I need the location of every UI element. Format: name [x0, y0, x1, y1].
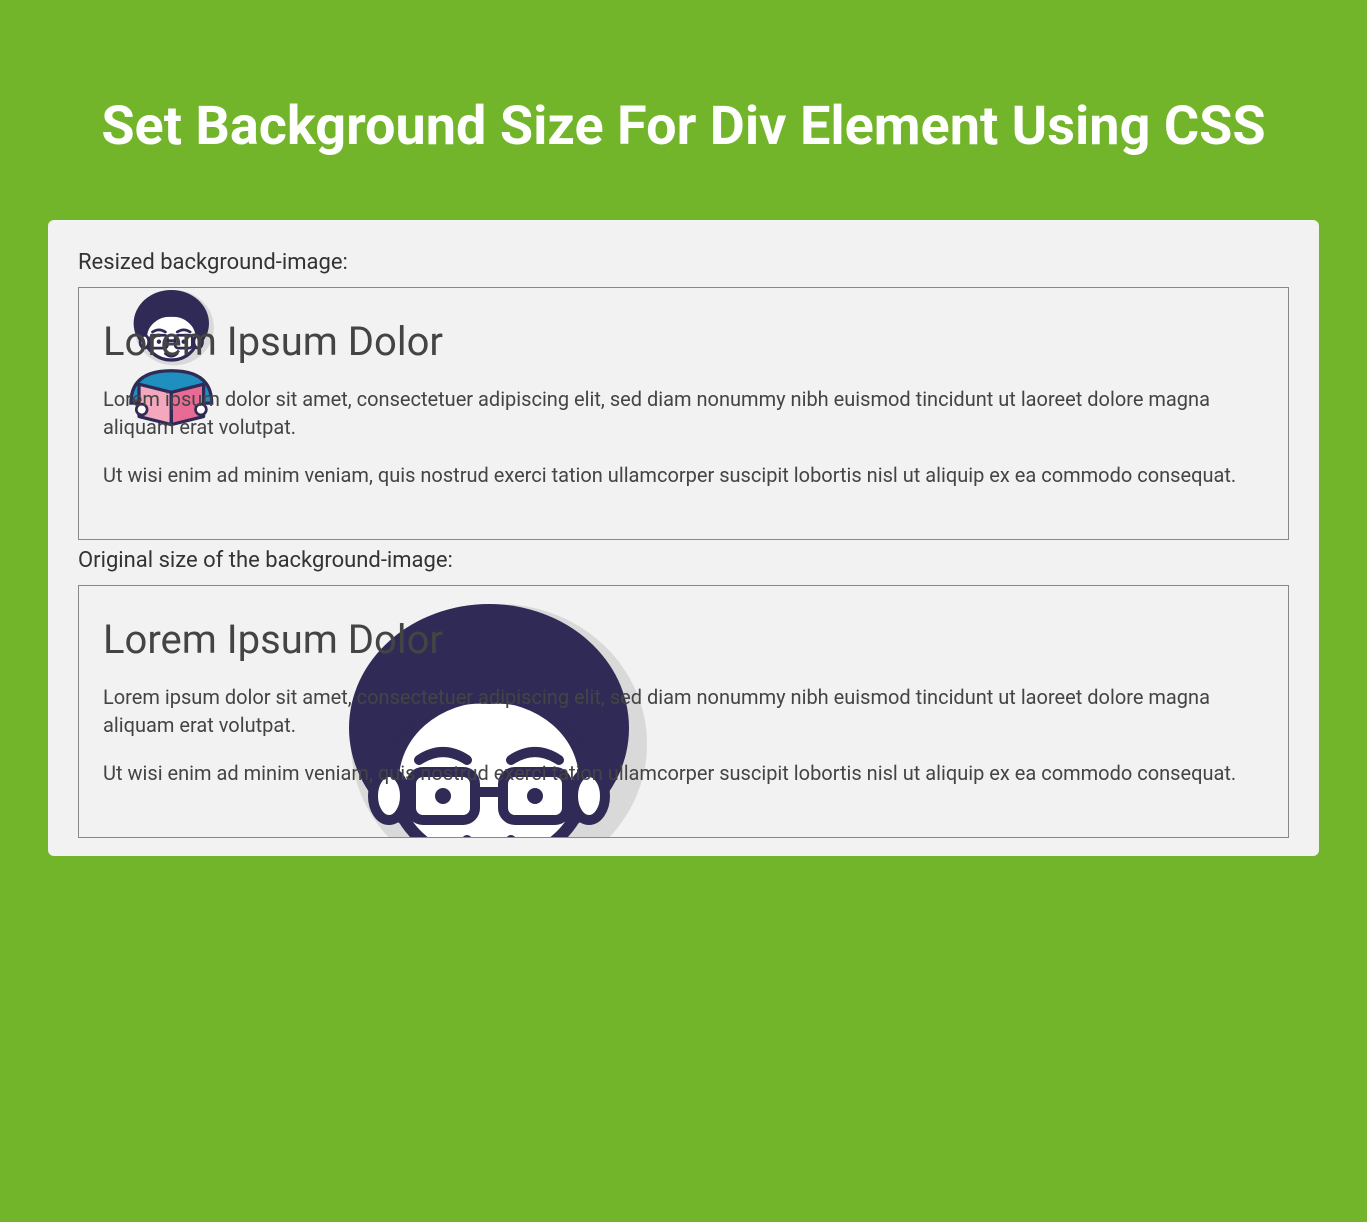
- example-box-original: Lorem Ipsum Dolor Lorem ipsum dolor sit …: [78, 585, 1289, 838]
- page-title: Set Background Size For Div Element Usin…: [48, 95, 1319, 160]
- example-paragraph: Ut wisi enim ad minim veniam, quis nostr…: [103, 759, 1264, 787]
- page: Set Background Size For Div Element Usin…: [0, 0, 1367, 1222]
- example-paragraph: Lorem ipsum dolor sit amet, consectetuer…: [103, 385, 1264, 441]
- example-paragraph: Ut wisi enim ad minim veniam, quis nostr…: [103, 461, 1264, 489]
- demo-card: Resized background-image: Lorem Ipsum Do…: [48, 220, 1319, 856]
- section-label-resized: Resized background-image:: [78, 250, 1289, 275]
- example-heading: Lorem Ipsum Dolor: [103, 616, 1264, 663]
- example-paragraph: Lorem ipsum dolor sit amet, consectetuer…: [103, 683, 1264, 739]
- example-box-resized: Lorem Ipsum Dolor Lorem ipsum dolor sit …: [78, 287, 1289, 540]
- example-heading: Lorem Ipsum Dolor: [103, 318, 1264, 365]
- section-label-original: Original size of the background-image:: [78, 548, 1289, 573]
